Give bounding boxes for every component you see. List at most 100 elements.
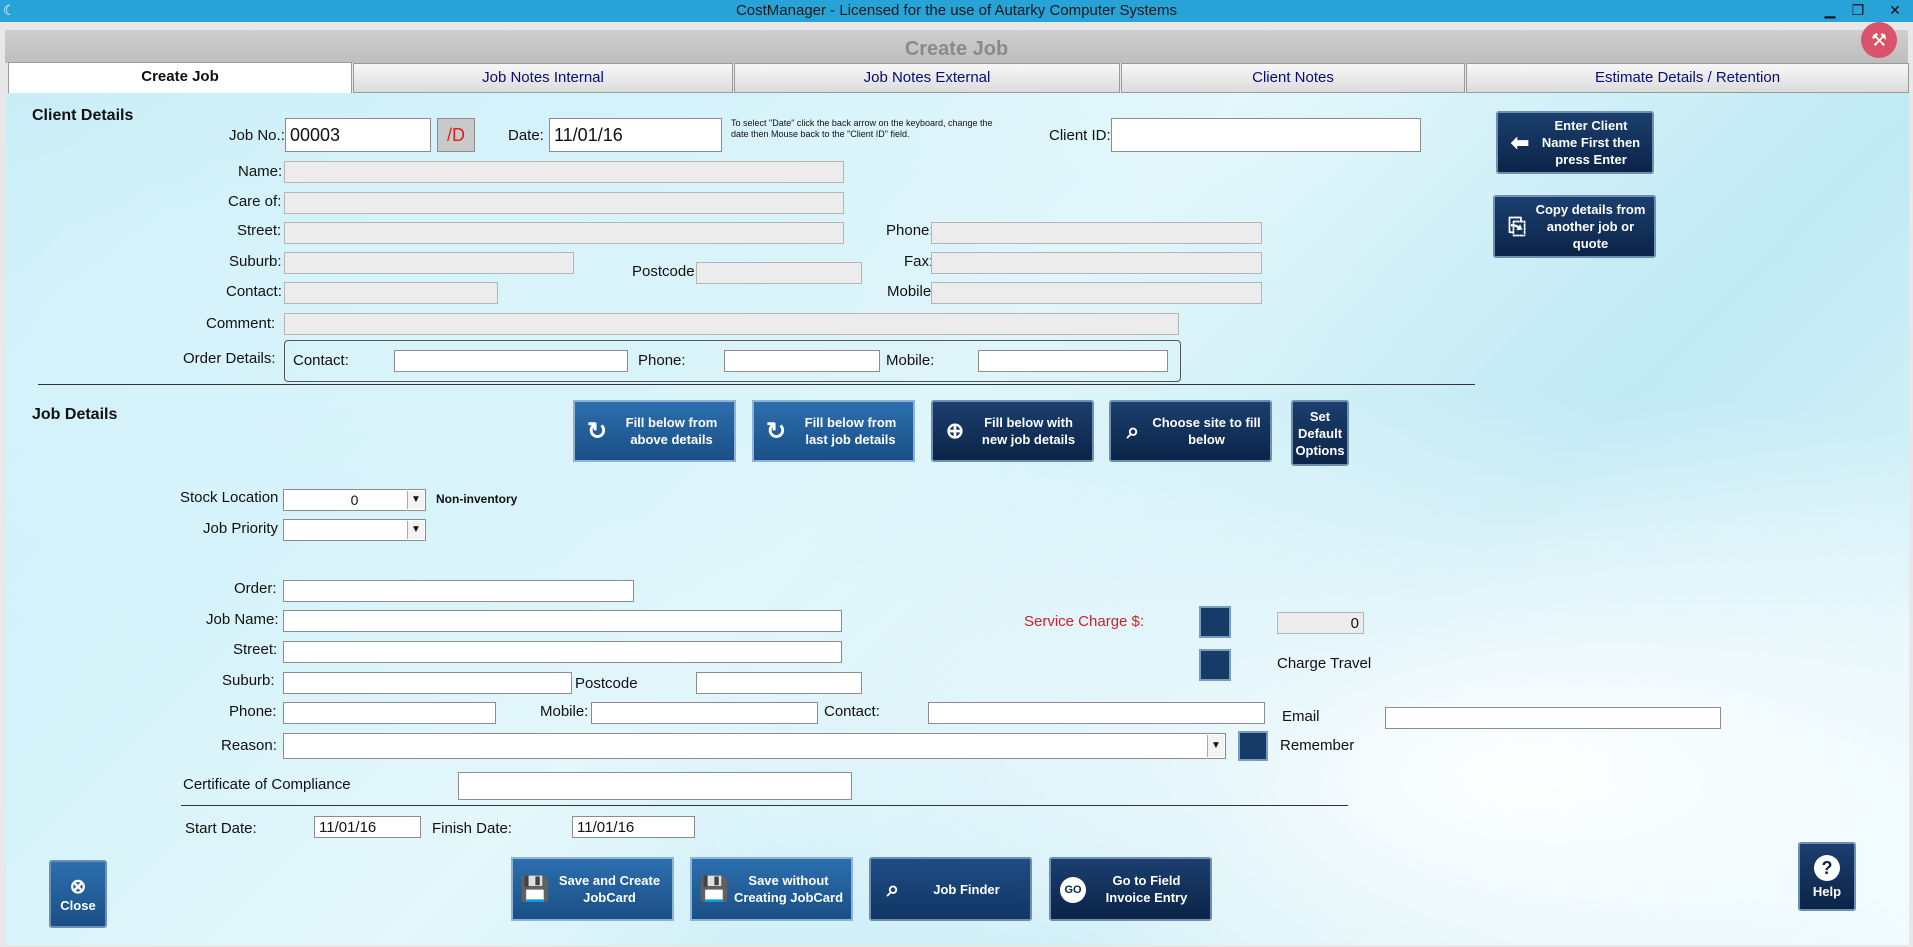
job-street-input[interactable] xyxy=(283,641,842,663)
copy-icon: ⎘ xyxy=(1508,213,1526,239)
stock-location-select[interactable]: 0 ▼ xyxy=(283,489,426,511)
job-postcode-input[interactable] xyxy=(696,672,862,694)
fax-label: Fax: xyxy=(904,253,934,270)
help-button[interactable]: ? Help xyxy=(1798,842,1856,911)
job-priority-label: Job Priority xyxy=(203,520,279,537)
order-input[interactable] xyxy=(283,580,634,602)
tab-create-job[interactable]: Create Job xyxy=(8,62,352,94)
page-title: Create Job xyxy=(904,38,1009,60)
copy-details-button[interactable]: ⎘ Copy details from another job or quote xyxy=(1493,195,1656,258)
start-date-input[interactable] xyxy=(314,816,421,838)
fill-from-last-job-button[interactable]: ↻ Fill below from last job details xyxy=(752,400,915,462)
close-button[interactable]: ⊗ Close xyxy=(49,860,107,928)
choose-site-label: Choose site to fill below xyxy=(1152,415,1261,447)
back-arrow-icon: ⬅ xyxy=(1510,129,1530,155)
job-contact-input[interactable] xyxy=(928,702,1265,724)
cert-label: Certificate of Compliance xyxy=(183,776,351,793)
mobile-field xyxy=(931,282,1262,304)
section-divider xyxy=(38,384,1475,385)
close-window-button[interactable]: ✕ xyxy=(1883,1,1907,19)
choose-site-button[interactable]: ⌕ Choose site to fill below xyxy=(1109,400,1272,462)
postcode-label: Postcode xyxy=(632,263,695,280)
client-details-heading: Client Details xyxy=(32,107,134,124)
restore-button[interactable]: ❐ xyxy=(1846,1,1870,19)
client-id-label: Client ID: xyxy=(1049,127,1111,144)
save-without-label: Save without Creating JobCard xyxy=(733,873,844,905)
stock-location-value: 0 xyxy=(350,492,359,508)
street-label: Street: xyxy=(237,222,282,239)
od-contact-label: Contact: xyxy=(293,352,349,369)
finish-date-input[interactable] xyxy=(572,816,695,838)
fill-from-above-label: Fill below from above details xyxy=(625,415,718,447)
tab-label: Job Notes Internal xyxy=(482,69,604,86)
reason-select[interactable]: ▼ xyxy=(283,733,1226,759)
d-button[interactable]: /D xyxy=(437,118,475,152)
finish-date-label: Finish Date: xyxy=(432,820,513,837)
search-icon: ⌕ xyxy=(886,876,900,901)
minimize-button[interactable]: ▁ xyxy=(1818,1,1842,19)
dates-divider xyxy=(181,805,1348,806)
job-mobile-label: Mobile: xyxy=(540,703,589,720)
job-priority-select[interactable]: ▼ xyxy=(283,519,426,541)
job-no-input[interactable] xyxy=(285,118,431,152)
close-icon: ⊗ xyxy=(69,875,87,898)
enter-client-name-button[interactable]: ⬅ Enter Client Name First then press Ent… xyxy=(1496,111,1654,174)
email-label: Email xyxy=(1282,708,1320,725)
job-name-input[interactable] xyxy=(283,610,842,632)
order-label: Order: xyxy=(234,580,277,597)
name-label: Name: xyxy=(238,163,283,180)
start-date-label: Start Date: xyxy=(185,820,257,837)
od-mobile-input[interactable] xyxy=(978,350,1168,372)
tab-job-notes-internal[interactable]: Job Notes Internal xyxy=(353,63,733,93)
job-mobile-input[interactable] xyxy=(591,702,818,724)
tab-client-notes[interactable]: Client Notes xyxy=(1121,63,1465,93)
set-default-options-button[interactable]: Set Default Options xyxy=(1291,400,1349,466)
email-input[interactable] xyxy=(1385,707,1721,729)
save-without-jobcard-button[interactable]: 💾 Save without Creating JobCard xyxy=(690,857,853,921)
remember-label: Remember xyxy=(1280,737,1355,754)
order-details-label: Order Details: xyxy=(183,350,276,367)
title-bar: ☾ CostManager - Licensed for the use of … xyxy=(0,0,1913,22)
tab-job-notes-external[interactable]: Job Notes External xyxy=(734,63,1120,93)
cert-input[interactable] xyxy=(458,772,852,800)
name-field xyxy=(284,161,844,183)
fill-new-job-label: Fill below with new job details xyxy=(981,415,1076,447)
toolbox-icon[interactable]: ⚒ xyxy=(1861,22,1897,58)
service-charge-checkbox[interactable] xyxy=(1199,606,1231,638)
go-to-field-invoice-button[interactable]: GO Go to Field Invoice Entry xyxy=(1049,857,1212,921)
tab-label: Job Notes External xyxy=(863,69,991,86)
fill-from-above-button[interactable]: ↻ Fill below from above details xyxy=(573,400,736,462)
phone-label: Phone: xyxy=(886,222,934,239)
date-input[interactable] xyxy=(549,118,722,152)
date-label: Date: xyxy=(508,127,544,144)
street-field xyxy=(284,222,844,244)
job-phone-input[interactable] xyxy=(283,702,496,724)
job-finder-button[interactable]: ⌕ Job Finder xyxy=(869,857,1032,921)
save-create-jobcard-button[interactable]: 💾 Save and Create JobCard xyxy=(511,857,674,921)
client-id-input[interactable] xyxy=(1111,118,1421,152)
save-icon: 💾 xyxy=(520,875,550,903)
service-charge-input[interactable] xyxy=(1277,612,1364,634)
contact-label: Contact: xyxy=(226,283,282,300)
tab-label: Estimate Details / Retention xyxy=(1594,69,1781,86)
job-street-label: Street: xyxy=(233,641,278,658)
od-contact-input[interactable] xyxy=(394,350,628,372)
tab-label: Client Notes xyxy=(1252,69,1334,86)
remember-checkbox[interactable] xyxy=(1238,731,1268,761)
job-suburb-input[interactable] xyxy=(283,672,572,694)
fill-new-job-button[interactable]: ⊕ Fill below with new job details xyxy=(931,400,1094,462)
charge-travel-checkbox[interactable] xyxy=(1199,649,1231,681)
suburb-field xyxy=(284,252,574,274)
set-default-options-label: Set Default Options xyxy=(1295,408,1345,458)
care-of-label: Care of: xyxy=(228,193,282,210)
copy-details-label: Copy details from another job or quote xyxy=(1535,202,1646,251)
tab-estimate-details[interactable]: Estimate Details / Retention xyxy=(1466,63,1909,93)
job-contact-label: Contact: xyxy=(824,703,880,720)
go-to-field-invoice-label: Go to Field Invoice Entry xyxy=(1105,873,1188,905)
help-icon: ? xyxy=(1814,854,1840,881)
job-details-heading: Job Details xyxy=(32,406,118,423)
enter-client-name-label: Enter Client Name First then press Enter xyxy=(1541,118,1641,167)
chevron-down-icon: ▼ xyxy=(407,521,424,539)
od-phone-input[interactable] xyxy=(724,350,880,372)
comment-label: Comment: xyxy=(206,315,276,332)
